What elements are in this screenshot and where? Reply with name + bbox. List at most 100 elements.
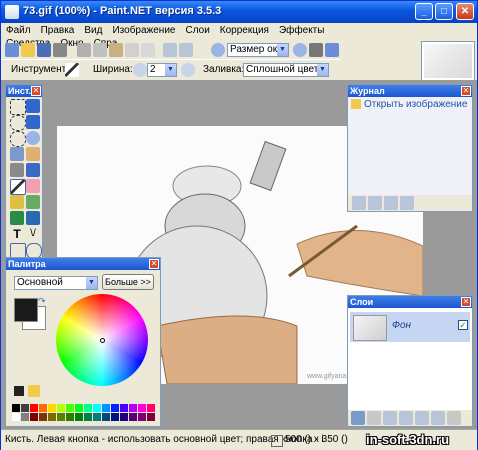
add-layer-icon[interactable] (351, 411, 365, 425)
primary-color-swatch[interactable] (14, 298, 38, 322)
maximize-button[interactable]: □ (435, 3, 453, 20)
pencil-icon[interactable] (10, 195, 24, 209)
color-swatch[interactable] (147, 404, 155, 412)
color-swatch[interactable] (21, 413, 29, 421)
gradient-icon[interactable] (26, 163, 40, 177)
lasso-icon[interactable] (10, 115, 26, 131)
color-swatch[interactable] (120, 404, 128, 412)
brush-icon[interactable] (65, 63, 79, 77)
color-swatch[interactable] (84, 404, 92, 412)
zoom-icon[interactable] (211, 43, 225, 57)
move-down-icon[interactable] (431, 411, 445, 425)
copy-icon[interactable] (93, 43, 107, 57)
palette-menu-icon[interactable] (28, 385, 40, 397)
color-swatch[interactable] (120, 413, 128, 421)
redo-icon[interactable] (179, 43, 193, 57)
color-swatch[interactable] (93, 404, 101, 412)
menu-effects[interactable]: Эффекты (274, 23, 329, 36)
move-icon[interactable] (26, 115, 40, 129)
reset-colors-icon[interactable] (14, 386, 24, 396)
rewind-icon[interactable] (352, 196, 366, 210)
color-swatch[interactable] (66, 413, 74, 421)
undo-history-icon[interactable] (368, 196, 382, 210)
cut-icon[interactable] (77, 43, 91, 57)
menu-file[interactable]: Файл (1, 23, 36, 36)
close-icon[interactable]: ✕ (461, 297, 471, 307)
menu-image[interactable]: Изображение (107, 23, 180, 36)
palette-mode-combo[interactable]: Основной ▼ (14, 276, 98, 290)
history-panel-header[interactable]: Журнал (348, 85, 472, 97)
close-icon[interactable]: ✕ (31, 86, 41, 96)
bucket-icon[interactable] (10, 163, 24, 177)
close-icon[interactable]: ✕ (149, 259, 159, 269)
color-swatch[interactable] (102, 413, 110, 421)
deselect-icon[interactable] (141, 43, 155, 57)
new-icon[interactable] (5, 43, 19, 57)
color-swatch[interactable] (57, 413, 65, 421)
text-tool-icon[interactable]: T (10, 227, 24, 241)
color-swatch[interactable] (12, 404, 20, 412)
fill-combo[interactable]: Сплошной цвет ▼ (243, 63, 329, 77)
save-icon[interactable] (37, 43, 51, 57)
duplicate-layer-icon[interactable] (383, 411, 397, 425)
zoom-in-icon[interactable] (293, 43, 307, 57)
pan-icon[interactable] (26, 147, 40, 161)
color-swatch[interactable] (84, 413, 92, 421)
recolor-icon[interactable] (10, 211, 24, 225)
color-swatch[interactable] (102, 404, 110, 412)
magic-wand-icon[interactable] (10, 147, 24, 161)
color-swatch[interactable] (111, 413, 119, 421)
line-tool-icon[interactable]: \/ (26, 227, 40, 241)
color-swatch[interactable] (66, 404, 74, 412)
color-swatch[interactable] (138, 404, 146, 412)
move-selection-icon[interactable] (26, 99, 40, 113)
color-swatch[interactable] (129, 404, 137, 412)
color-swatch[interactable] (129, 413, 137, 421)
undo-icon[interactable] (163, 43, 177, 57)
color-swatch[interactable] (147, 413, 155, 421)
minimize-button[interactable]: _ (415, 3, 433, 20)
color-swatch[interactable] (48, 404, 56, 412)
zoom-tool-icon[interactable] (26, 131, 40, 145)
width-field[interactable]: 2 ▼ (147, 63, 177, 77)
open-icon[interactable] (21, 43, 35, 57)
layer-properties-icon[interactable] (447, 411, 461, 425)
swap-colors-icon[interactable]: ↷ (38, 296, 46, 307)
history-item[interactable]: Открыть изображение (364, 99, 467, 110)
ellipse-select-icon[interactable] (10, 131, 26, 147)
more-colors-button[interactable]: Больше >> (102, 274, 154, 290)
color-swatch[interactable] (30, 413, 38, 421)
color-swatch[interactable] (48, 413, 56, 421)
menu-view[interactable]: Вид (79, 23, 107, 36)
palette-panel-header[interactable]: Палитра (6, 258, 160, 270)
fast-forward-icon[interactable] (400, 196, 414, 210)
eraser-icon[interactable] (26, 179, 40, 193)
menu-edit[interactable]: Правка (36, 23, 80, 36)
paste-icon[interactable] (109, 43, 123, 57)
rect-select-icon[interactable] (10, 99, 26, 115)
delete-layer-icon[interactable] (367, 411, 381, 425)
clone-icon[interactable] (26, 195, 40, 209)
redo-history-icon[interactable] (384, 196, 398, 210)
paintbrush-icon[interactable] (10, 179, 26, 195)
color-swatch[interactable] (12, 413, 20, 421)
close-icon[interactable]: ✕ (461, 86, 471, 96)
color-swatch[interactable] (138, 413, 146, 421)
print-icon[interactable] (53, 43, 67, 57)
width-decrease-icon[interactable] (133, 63, 147, 77)
menu-adjustments[interactable]: Коррекция (215, 23, 274, 36)
color-swatch[interactable] (93, 413, 101, 421)
color-swatch[interactable] (21, 404, 29, 412)
width-increase-icon[interactable] (181, 63, 195, 77)
layers-panel-header[interactable]: Слои (348, 296, 472, 308)
crop-icon[interactable] (125, 43, 139, 57)
image-thumbnail[interactable] (421, 41, 475, 81)
color-swatch[interactable] (111, 404, 119, 412)
grid-icon[interactable] (309, 43, 323, 57)
ruler-icon[interactable] (325, 43, 339, 57)
color-swatch[interactable] (39, 413, 47, 421)
merge-layer-icon[interactable] (399, 411, 413, 425)
color-swatch[interactable] (75, 413, 83, 421)
color-swatch[interactable] (39, 404, 47, 412)
menu-layers[interactable]: Слои (180, 23, 214, 36)
